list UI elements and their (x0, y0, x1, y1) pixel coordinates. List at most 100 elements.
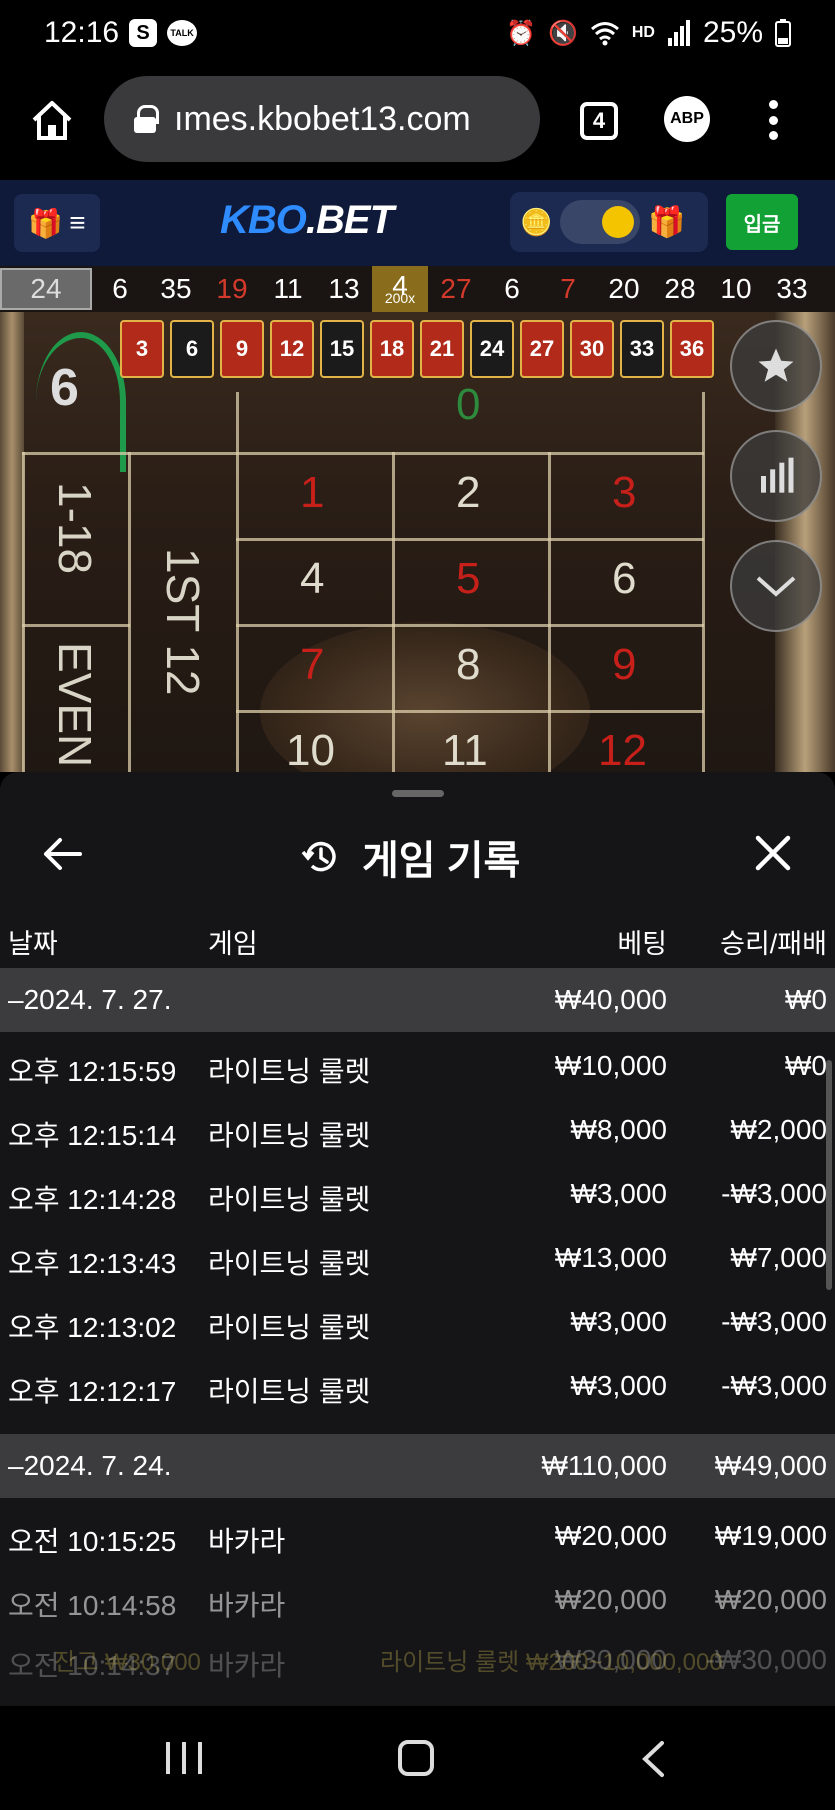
number-tile: 18 (370, 320, 414, 378)
table-row[interactable]: 오후 12:15:14 라이트닝 룰렛 ₩8,000 ₩2,000 (0, 1098, 835, 1162)
date-group-row[interactable]: –2024. 7. 24. ₩110,000 ₩49,000 (0, 1434, 835, 1498)
alarm-icon: ⏰ (506, 19, 536, 47)
history-number: 20 (608, 273, 640, 304)
favorite-star-icon[interactable] (730, 320, 822, 412)
number-tile: 3 (120, 320, 164, 378)
close-icon[interactable] (752, 832, 794, 874)
date-group-row[interactable]: –2024. 7. 27. ₩40,000 ₩0 (0, 968, 835, 1032)
history-number: 6 (504, 273, 520, 304)
grid-line (236, 392, 239, 772)
history-number: 19 (216, 273, 248, 304)
history-number: 35 (160, 273, 192, 304)
bet-first-dozen: 1ST 12 (157, 548, 209, 696)
cell-11: 11 (442, 726, 488, 772)
hamburger-icon: ≡ (69, 207, 86, 238)
recent-apps-icon[interactable] (166, 1742, 202, 1774)
grid-line (22, 452, 704, 455)
number-tile: 21 (420, 320, 464, 378)
cell-3: 3 (612, 468, 637, 517)
address-bar[interactable]: ımes.kbobet13.com (104, 76, 540, 162)
battery-percent: 25% (702, 16, 763, 49)
status-left: 12:16 S TALK (44, 16, 198, 50)
history-number: 7 (560, 273, 576, 304)
result-history-strip: 24 6 35 19 11 13 4 200x 27 6 7 20 28 10 … (0, 266, 835, 312)
table-row[interactable]: 오전 10:14:58 바카라 ₩20,000 ₩20,000 (0, 1568, 835, 1632)
pillar-left (0, 312, 24, 772)
number-tile: 15 (320, 320, 364, 378)
gift-icon: 🎁 (28, 207, 64, 239)
coins-icon: 🪙 (520, 206, 553, 237)
adblock-button[interactable]: ABP (664, 96, 710, 142)
deposit-button[interactable]: 입금 (726, 194, 798, 250)
samsung-s-icon: S (129, 19, 158, 47)
game-history-sheet: 게임 기록 날짜 게임 베팅 승리/패배 –2024. 7. 27. ₩40,0… (0, 772, 835, 1706)
kakaotalk-icon: TALK (167, 20, 198, 46)
browser-toolbar: ımes.kbobet13.com 4 ABP (0, 66, 835, 180)
roulette-game-view[interactable]: 6 3 6 9 12 15 18 21 24 27 30 33 36 0 1 2… (0, 312, 835, 772)
history-number-lucky: 4 200x (372, 266, 428, 312)
number-tile: 6 (170, 320, 214, 378)
tab-switcher-button[interactable]: 4 (580, 102, 618, 140)
zero-cell: 0 (456, 380, 481, 429)
cell-12: 12 (598, 726, 647, 772)
grid-line (236, 624, 704, 627)
table-row[interactable]: 오후 12:12:17 라이트닝 룰렛 ₩3,000 -₩3,000 (0, 1354, 835, 1418)
hd-voice-icon: HD (631, 24, 655, 41)
bonus-gift-icon[interactable]: 🎁 (648, 205, 685, 240)
grid-line (236, 710, 704, 713)
grid-line (392, 452, 395, 772)
table-row[interactable]: 오후 12:13:02 라이트닝 룰렛 ₩3,000 -₩3,000 (0, 1290, 835, 1354)
number-tile: 30 (570, 320, 614, 378)
table-row[interactable]: 오후 12:15:59 라이트닝 룰렛 ₩10,000 ₩0 (0, 1034, 835, 1098)
history-number: 33 (776, 273, 808, 304)
back-arrow-icon[interactable] (40, 832, 84, 876)
number-tiles-row: 3 6 9 12 15 18 21 24 27 30 33 36 (120, 320, 714, 378)
table-row[interactable]: 오후 12:14:28 라이트닝 룰렛 ₩3,000 -₩3,000 (0, 1162, 835, 1226)
browser-menu-icon[interactable] (768, 100, 778, 140)
chevron-down-icon[interactable] (730, 540, 822, 632)
site-logo[interactable]: KBO.BET (220, 198, 394, 243)
sheet-title-group: 게임 기록 (300, 828, 520, 886)
cell-9: 9 (612, 640, 637, 689)
cell-6: 6 (612, 554, 637, 603)
table-row[interactable]: 오후 12:13:43 라이트닝 룰렛 ₩13,000 ₩7,000 (0, 1226, 835, 1290)
cell-2: 2 (456, 468, 481, 517)
number-tile: 9 (220, 320, 264, 378)
history-number: 6 (112, 273, 128, 304)
number-tile: 36 (670, 320, 714, 378)
system-navigation-bar (0, 1706, 835, 1810)
column-result: 승리/패배 (720, 929, 827, 959)
status-right: ⏰ 🔇 HD 25% (506, 16, 791, 50)
winning-number: 6 (50, 359, 79, 417)
drag-handle[interactable] (392, 790, 444, 797)
table-row[interactable]: 오전 10:15:25 바카라 ₩20,000 ₩19,000 (0, 1504, 835, 1568)
back-nav-icon[interactable] (640, 1740, 666, 1778)
history-number: 28 (664, 273, 696, 304)
limits-text: 라이트닝 룰렛 ₩200~10,000,000 (380, 1649, 723, 1676)
cell-10: 10 (286, 726, 335, 772)
latest-result: 24 (0, 268, 92, 310)
home-nav-icon[interactable] (398, 1740, 434, 1776)
column-bet: 베팅 (617, 929, 667, 959)
theme-toggle[interactable] (560, 200, 641, 244)
home-icon[interactable] (28, 96, 76, 144)
grid-line (548, 452, 551, 772)
statistics-icon[interactable] (730, 430, 822, 522)
gift-menu-button[interactable]: 🎁 ≡ (14, 194, 100, 252)
bet-1-18: 1-18 (49, 482, 101, 575)
lock-icon (134, 105, 159, 133)
cell-4: 4 (300, 554, 325, 603)
column-date: 날짜 (8, 929, 58, 959)
table-header: 날짜 게임 베팅 승리/패배 (0, 906, 835, 968)
clock: 12:16 (44, 16, 120, 49)
mode-toggle-group: 🪙 🎁 (510, 192, 708, 252)
scrollbar[interactable] (826, 1060, 832, 1290)
cell-1: 1 (300, 468, 325, 517)
history-number: 11 (273, 273, 303, 304)
cell-7: 7 (300, 640, 325, 689)
number-tile: 27 (520, 320, 564, 378)
history-number: 27 (440, 273, 472, 304)
number-tile: 33 (620, 320, 664, 378)
signal-icon (667, 20, 690, 46)
battery-icon (775, 19, 791, 47)
